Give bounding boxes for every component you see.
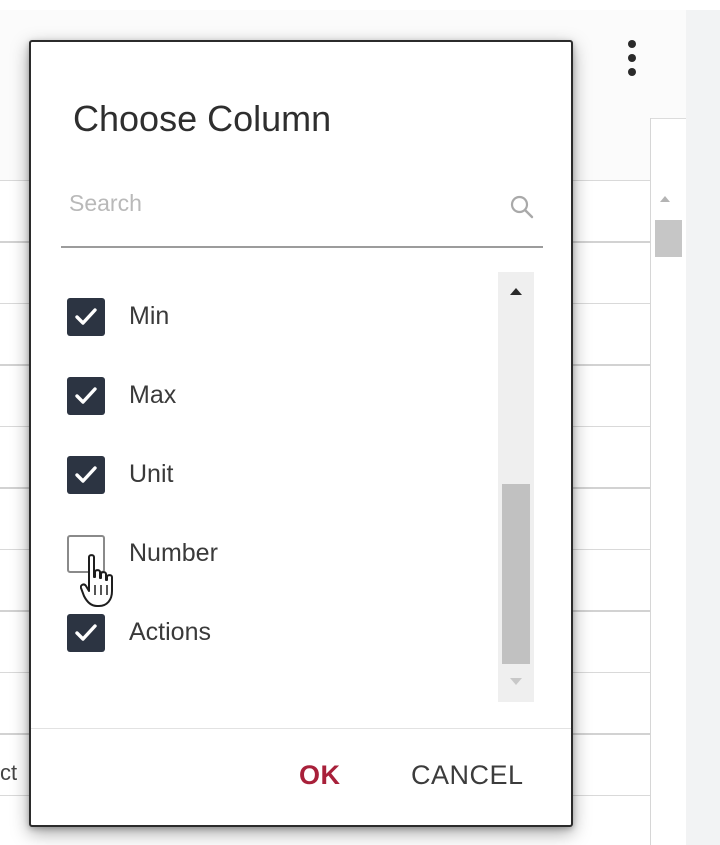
scroll-up-arrow[interactable] — [510, 288, 522, 295]
ok-button[interactable]: OK — [299, 760, 341, 791]
checkmark-icon — [75, 466, 97, 483]
list-item-max[interactable]: Max — [67, 377, 487, 421]
right-side-panel — [686, 0, 720, 845]
checkbox-checked[interactable] — [67, 614, 105, 652]
grid-column-divider — [650, 118, 651, 845]
dialog-title: Choose Column — [73, 98, 332, 139]
dialog-divider — [31, 728, 571, 729]
column-list: Min Max Unit Number Actions — [61, 270, 531, 700]
checkbox-checked[interactable] — [67, 377, 105, 415]
more-vertical-icon[interactable] — [624, 40, 640, 88]
column-label: Number — [129, 539, 218, 567]
checkmark-icon — [75, 387, 97, 404]
checkbox-checked[interactable] — [67, 298, 105, 336]
grid-cell-text: ct — [0, 760, 18, 785]
choose-column-dialog: Choose Column Min Max — [29, 40, 573, 827]
column-label: Max — [129, 381, 177, 409]
list-scrollbar[interactable] — [498, 272, 534, 702]
list-item-number[interactable]: Number — [67, 535, 487, 579]
list-item-min[interactable]: Min — [67, 298, 487, 342]
column-label: Actions — [129, 618, 211, 646]
grid-scrollbar-thumb[interactable] — [655, 220, 682, 257]
list-item-actions[interactable]: Actions — [67, 614, 487, 658]
cancel-button[interactable]: CANCEL — [411, 760, 524, 791]
list-item-unit[interactable]: Unit — [67, 456, 487, 500]
top-band — [0, 0, 720, 10]
checkmark-icon — [75, 624, 97, 641]
search-field — [61, 184, 543, 248]
column-label: Unit — [129, 460, 174, 488]
grid-scroll-up-arrow[interactable] — [660, 196, 670, 202]
checkbox-checked[interactable] — [67, 456, 105, 494]
search-input[interactable] — [69, 184, 489, 222]
hand-pointer-cursor — [80, 554, 113, 607]
checkmark-icon — [75, 308, 97, 325]
column-label: Min — [129, 302, 170, 330]
scrollbar-thumb[interactable] — [502, 484, 530, 664]
search-icon[interactable] — [509, 194, 535, 220]
scroll-down-arrow[interactable] — [510, 678, 522, 685]
